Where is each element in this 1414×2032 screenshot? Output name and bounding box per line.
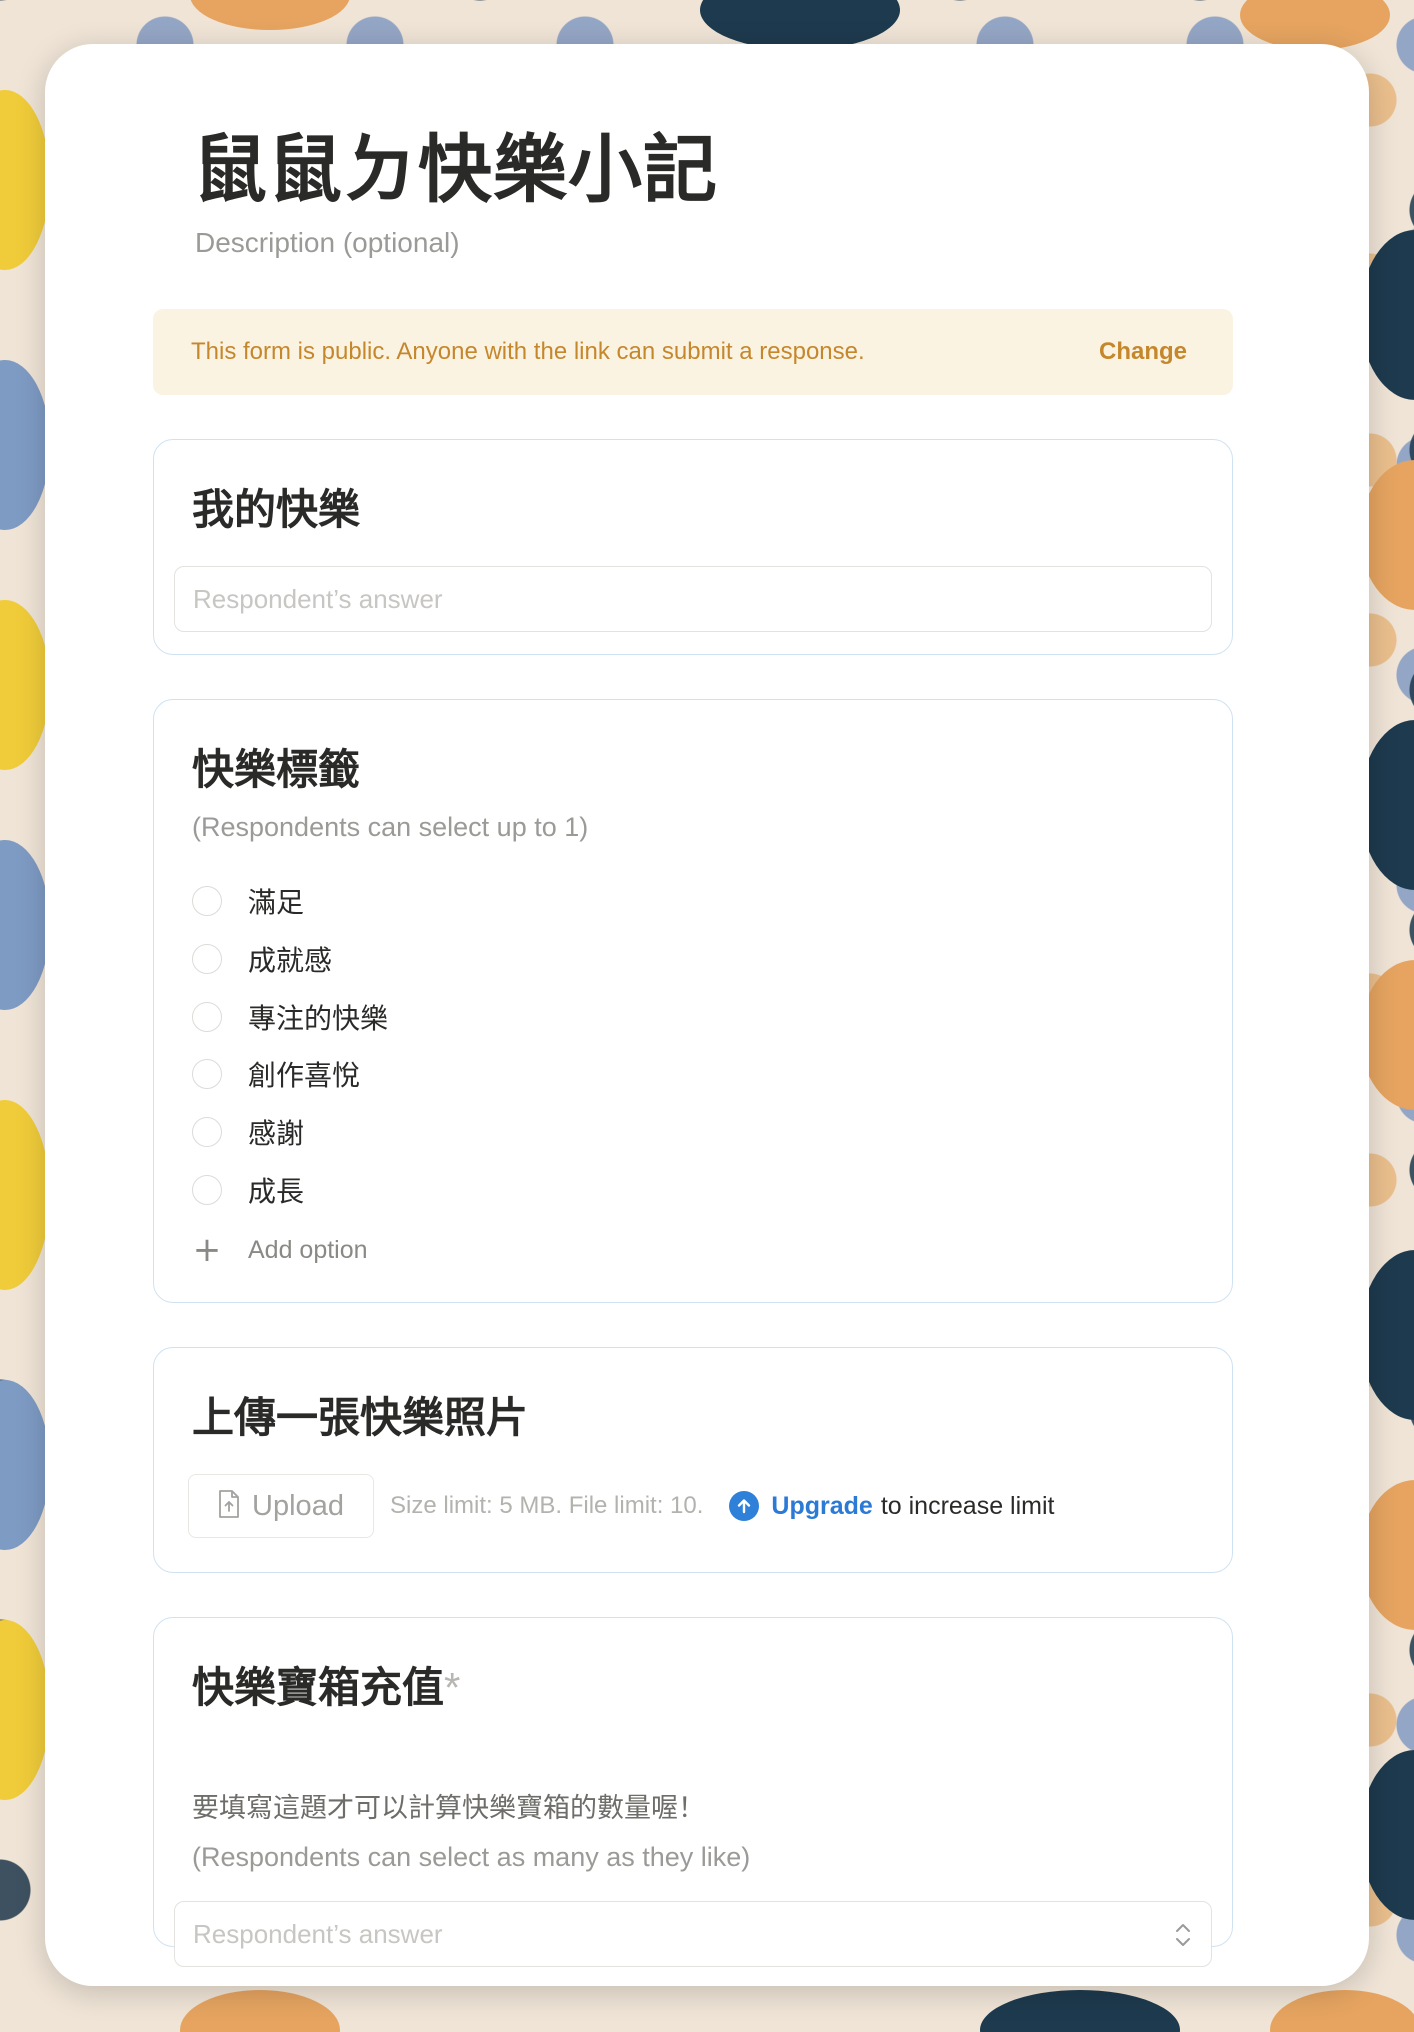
background-pattern-blob bbox=[190, 0, 350, 30]
option-label[interactable]: 成長 bbox=[248, 1170, 304, 1210]
file-upload-icon bbox=[218, 1489, 240, 1523]
multi-select-placeholder: Respondent’s answer bbox=[193, 1918, 443, 1949]
question-card-my-happiness[interactable]: 我的快樂 Respondent’s answer bbox=[153, 439, 1233, 655]
option-label[interactable]: 成就感 bbox=[248, 939, 332, 979]
radio-button[interactable] bbox=[192, 886, 222, 916]
upgrade-text: to increase limit bbox=[880, 1491, 1055, 1520]
form-card: 鼠鼠ㄉ快樂小記 Description (optional) This form… bbox=[45, 44, 1369, 1986]
arrow-up-circle-icon bbox=[729, 1491, 760, 1521]
option-label[interactable]: 專注的快樂 bbox=[248, 997, 388, 1037]
upgrade-link[interactable]: Upgrade bbox=[771, 1492, 872, 1521]
background-pattern-blob bbox=[0, 600, 50, 770]
short-answer-field[interactable]: Respondent’s answer bbox=[174, 566, 1212, 632]
plus-icon: + bbox=[192, 1230, 222, 1270]
question-card-happiness-chest[interactable]: 快樂寶箱充值* 要填寫這題才可以計算快樂寶箱的數量喔！ (Respondents… bbox=[153, 1617, 1233, 1967]
option-item[interactable]: 成長 bbox=[192, 1170, 304, 1210]
option-label[interactable]: 滿足 bbox=[248, 881, 304, 921]
question-title[interactable]: 快樂寶箱充值* bbox=[192, 1654, 460, 1715]
radio-button[interactable] bbox=[192, 1059, 222, 1089]
question-title[interactable]: 上傳一張快樂照片 bbox=[192, 1384, 528, 1445]
background-pattern-blob bbox=[980, 1990, 1180, 2032]
background-pattern-blob bbox=[0, 1380, 50, 1550]
option-label[interactable]: 創作喜悅 bbox=[248, 1054, 360, 1094]
question-card-upload-photo[interactable]: 上傳一張快樂照片 Upload Size limit: 5 MB. File l… bbox=[153, 1347, 1233, 1573]
chevron-up-down-icon bbox=[1173, 1920, 1193, 1957]
radio-button[interactable] bbox=[192, 1117, 222, 1147]
upload-row: Upload Size limit: 5 MB. File limit: 10.… bbox=[188, 1474, 1054, 1538]
public-form-notice: This form is public. Anyone with the lin… bbox=[153, 309, 1233, 395]
background-pattern-blob bbox=[180, 1990, 340, 2032]
option-item[interactable]: 滿足 bbox=[192, 881, 304, 921]
background-pattern-blob bbox=[1240, 0, 1390, 50]
radio-button[interactable] bbox=[192, 1175, 222, 1205]
form-description-field[interactable]: Description (optional) bbox=[195, 227, 460, 259]
background-pattern-blob bbox=[0, 360, 50, 530]
option-item[interactable]: 成就感 bbox=[192, 939, 332, 979]
background-pattern-blob bbox=[1270, 1990, 1414, 2032]
multi-select-field[interactable]: Respondent’s answer bbox=[174, 1901, 1212, 1967]
notice-text: This form is public. Anyone with the lin… bbox=[191, 338, 865, 365]
add-option-button[interactable]: + Add option bbox=[192, 1230, 368, 1270]
question-title[interactable]: 我的快樂 bbox=[192, 476, 360, 537]
upload-label: Upload bbox=[252, 1489, 344, 1522]
question-title-text[interactable]: 快樂寶箱充值 bbox=[192, 1664, 444, 1711]
question-title[interactable]: 快樂標籤 bbox=[192, 736, 360, 797]
option-item[interactable]: 感謝 bbox=[192, 1112, 304, 1152]
question-description[interactable]: 要填寫這題才可以計算快樂寶箱的數量喔！ bbox=[192, 1786, 705, 1825]
upload-button[interactable]: Upload bbox=[188, 1474, 374, 1538]
option-label[interactable]: 感謝 bbox=[248, 1112, 304, 1152]
add-option-label: Add option bbox=[248, 1235, 368, 1264]
option-item[interactable]: 創作喜悅 bbox=[192, 1054, 360, 1094]
change-visibility-button[interactable]: Change bbox=[1099, 338, 1187, 366]
radio-button[interactable] bbox=[192, 944, 222, 974]
question-card-happiness-tags[interactable]: 快樂標籤 (Respondents can select up to 1) 滿足… bbox=[153, 699, 1233, 1303]
selection-hint: (Respondents can select up to 1) bbox=[192, 812, 589, 842]
selection-hint: (Respondents can select as many as they … bbox=[192, 1842, 751, 1872]
size-limit-text: Size limit: 5 MB. File limit: 10. bbox=[390, 1492, 704, 1519]
background-pattern-blob bbox=[0, 1620, 50, 1800]
background-pattern-blob bbox=[0, 840, 50, 1010]
required-mark: * bbox=[444, 1664, 461, 1711]
form-title[interactable]: 鼠鼠ㄉ快樂小記 bbox=[193, 110, 718, 217]
background-pattern-blob bbox=[0, 1100, 50, 1290]
background-pattern-blob bbox=[0, 90, 50, 270]
radio-button[interactable] bbox=[192, 1002, 222, 1032]
background-pattern-blob bbox=[700, 0, 900, 50]
option-item[interactable]: 專注的快樂 bbox=[192, 997, 388, 1037]
